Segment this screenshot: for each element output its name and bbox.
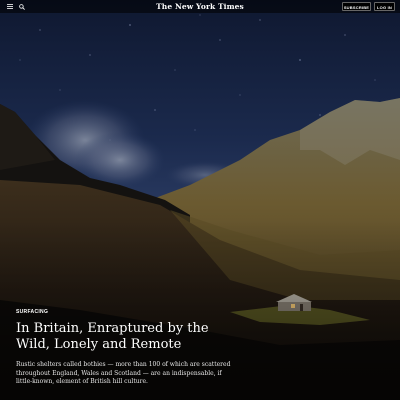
nyt-logo[interactable]: The New York Times [0,0,400,13]
article-summary: Rustic shelters called bothies — more th… [16,361,231,385]
top-navigation-bar: The New York Times SUBSCRIBE LOG IN [0,0,400,13]
article-headline[interactable]: In Britain, Enraptured by the Wild, Lone… [16,321,236,353]
subscribe-button[interactable]: SUBSCRIBE [342,2,371,11]
nyt-article-page: The New York Times SUBSCRIBE LOG IN SURF… [0,0,400,400]
article-lede: SURFACING In Britain, Enraptured by the … [16,309,236,387]
login-button[interactable]: LOG IN [374,2,395,11]
section-kicker[interactable]: SURFACING [16,309,236,315]
